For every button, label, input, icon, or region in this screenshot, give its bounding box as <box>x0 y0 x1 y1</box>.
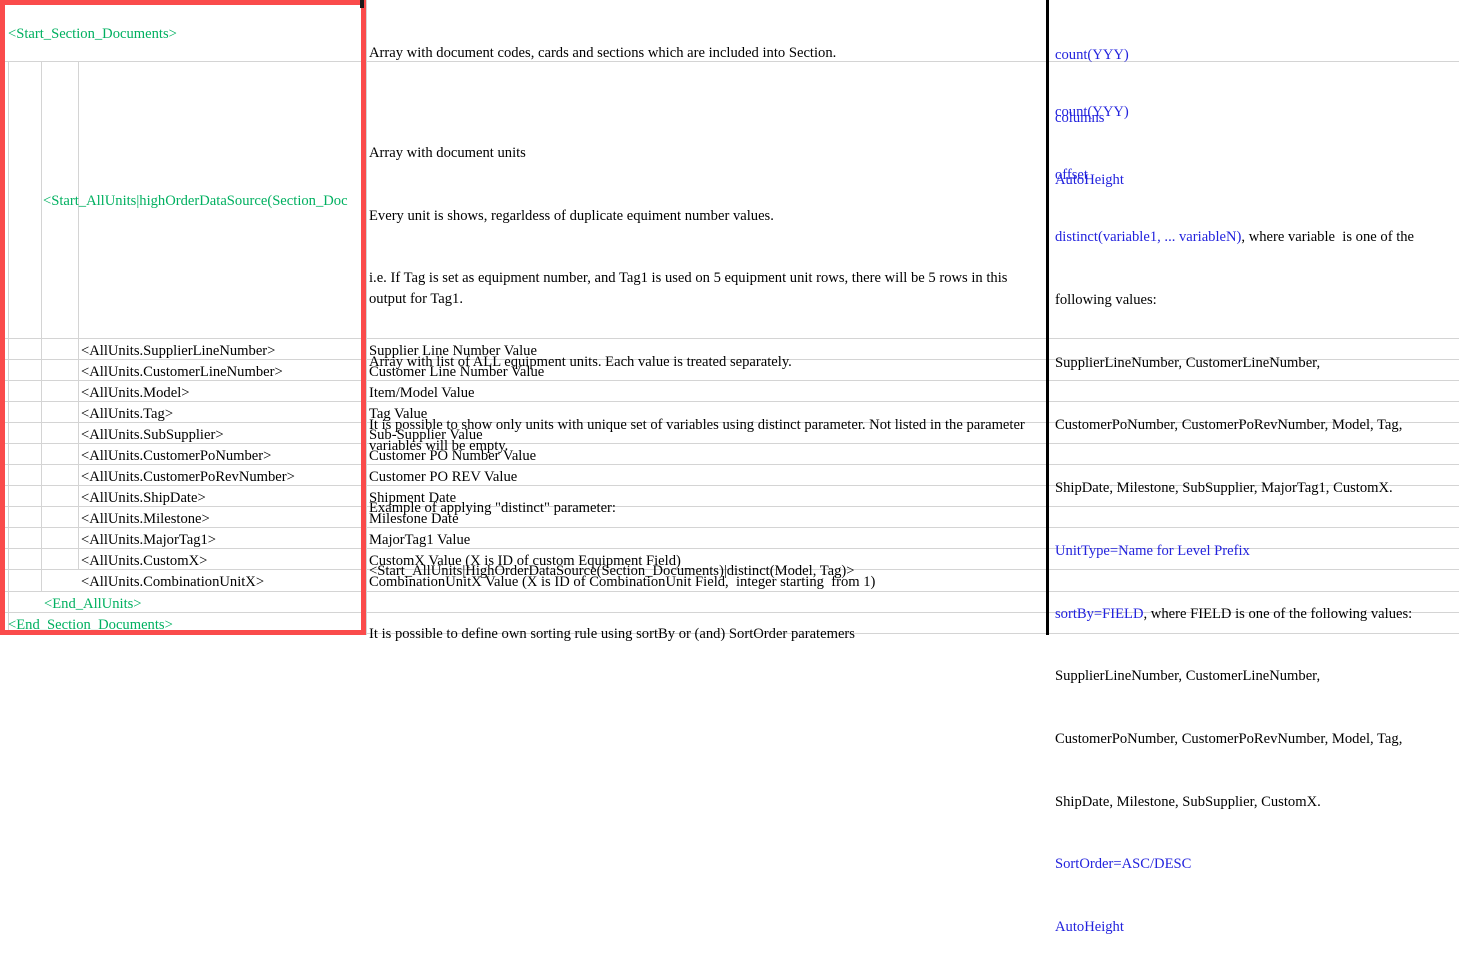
field-tag[interactable]: <AllUnits.ShipDate> <box>81 488 361 509</box>
field-desc: Customer PO REV Value <box>369 469 518 485</box>
field-desc: Supplier Line Number Value <box>369 343 537 359</box>
field-tag[interactable]: <AllUnits.SubSupplier> <box>81 425 361 446</box>
field-desc: Milestone Date <box>369 511 459 527</box>
param-line: SupplierLineNumber, CustomerLineNumber, <box>1055 353 1455 374</box>
param-black: ShipDate, Milestone, SubSupplier, Custom… <box>1055 793 1321 810</box>
field-tag[interactable]: <AllUnits.Milestone> <box>81 509 361 530</box>
field-tag[interactable]: <AllUnits.Tag> <box>81 404 361 425</box>
desc-line: Array with document units <box>369 144 526 161</box>
field-desc: CustomX Value (X is ID of custom Equipme… <box>369 553 681 569</box>
grid-vline <box>366 0 367 635</box>
param-line: ShipDate, Milestone, SubSupplier, Custom… <box>1055 792 1455 813</box>
tag-start-allunits[interactable]: <Start_AllUnits|highOrderDataSource(Sect… <box>43 191 363 212</box>
param-blue: sortBy=FIELD <box>1055 605 1144 622</box>
spreadsheet-sheet: <Start_Section_Documents> Array with doc… <box>0 0 1459 935</box>
grid-vline <box>8 61 9 635</box>
field-desc: MajorTag1 Value <box>369 532 471 548</box>
param-black: CustomerPoNumber, CustomerPoRevNumber, M… <box>1055 417 1403 434</box>
field-tag[interactable]: <AllUnits.CustomerPoRevNumber> <box>81 467 361 488</box>
tag-start-section-documents[interactable]: <Start_Section_Documents> <box>8 24 360 45</box>
param-black: , where variable is one of the <box>1241 229 1415 246</box>
field-desc: Customer PO Number Value <box>369 448 537 464</box>
grid-vline-major <box>1046 0 1049 635</box>
tag-end-section-documents[interactable]: <End_Section_Documents> <box>8 615 360 636</box>
param-blue: count(YYY) <box>1055 103 1129 120</box>
param-blue: distinct(variable1, ... variableN) <box>1055 229 1242 246</box>
desc-line: Every unit is shows, regarldess of dupli… <box>369 207 774 224</box>
param-black: following values: <box>1055 291 1157 308</box>
grid-vline <box>78 61 79 570</box>
param-line: sortBy=FIELD, where FIELD is one of the … <box>1055 604 1455 625</box>
field-desc: Item/Model Value <box>369 385 475 401</box>
desc-line: i.e. If Tag is set as equipment number, … <box>369 270 1012 308</box>
selection-handle[interactable] <box>360 0 364 8</box>
field-desc: Shipment Date <box>369 490 457 506</box>
param-line: following values: <box>1055 290 1455 311</box>
param-line: UnitType=Name for Level Prefix <box>1055 541 1455 562</box>
field-tag[interactable]: <AllUnits.Model> <box>81 383 361 404</box>
param-blue: AutoHeight <box>1055 919 1124 936</box>
field-desc: Tag Value <box>369 406 428 422</box>
param-black: SupplierLineNumber, CustomerLineNumber, <box>1055 354 1321 371</box>
param-black: CustomerPoNumber, CustomerPoRevNumber, M… <box>1055 731 1403 747</box>
param-line: ShipDate, Milestone, SubSupplier, MajorT… <box>1055 478 1455 499</box>
field-tag[interactable]: <AllUnits.CustomerPoNumber> <box>81 446 361 467</box>
field-desc: Customer Line Number Value <box>369 364 545 380</box>
tag-end-allunits[interactable]: <End_AllUnits> <box>44 594 360 615</box>
param-blue: offset <box>1055 166 1088 183</box>
param-line: distinct(variable1, ... variableN), wher… <box>1055 227 1455 248</box>
params-allunits: count(YYY) offset distinct(variable1, ..… <box>1055 60 1455 980</box>
param-black: SupplierLineNumber, CustomerLineNumber, <box>1055 668 1321 685</box>
param-blue: UnitType=Name for Level Prefix <box>1055 542 1250 559</box>
desc-start-section-documents: Array with document codes, cards and sec… <box>369 45 837 61</box>
grid-vline <box>41 61 42 591</box>
field-desc: Sub-Supplier Value <box>369 427 483 443</box>
field-tag[interactable]: <AllUnits.CustomX> <box>81 551 361 572</box>
param-line: count(YYY) <box>1055 102 1455 123</box>
param-line: SortOrder=ASC/DESC <box>1055 854 1455 875</box>
param-line: AutoHeight <box>1055 917 1455 938</box>
param-line: SupplierLineNumber, CustomerLineNumber, <box>1055 666 1455 687</box>
param-line: CustomerPoNumber, CustomerPoRevNumber, M… <box>1055 415 1455 436</box>
param-line: offset <box>1055 165 1455 186</box>
field-tag[interactable]: <AllUnits.CustomerLineNumber> <box>81 362 361 383</box>
param-black: ShipDate, Milestone, SubSupplier, MajorT… <box>1055 480 1393 497</box>
param-blue: SortOrder=ASC/DESC <box>1055 856 1192 873</box>
param-black: , where FIELD is one of the following va… <box>1143 605 1413 622</box>
field-tag[interactable]: <AllUnits.MajorTag1> <box>81 530 361 551</box>
field-desc: CombinationUnitX Value (X is ID of Combi… <box>369 574 876 590</box>
desc-line: It is possible to define own sorting rul… <box>369 625 855 642</box>
param-line: CustomerPoNumber, CustomerPoRevNumber, M… <box>1055 729 1455 750</box>
field-tag[interactable]: <AllUnits.CombinationUnitX> <box>81 572 361 593</box>
field-tag[interactable]: <AllUnits.SupplierLineNumber> <box>81 341 361 362</box>
